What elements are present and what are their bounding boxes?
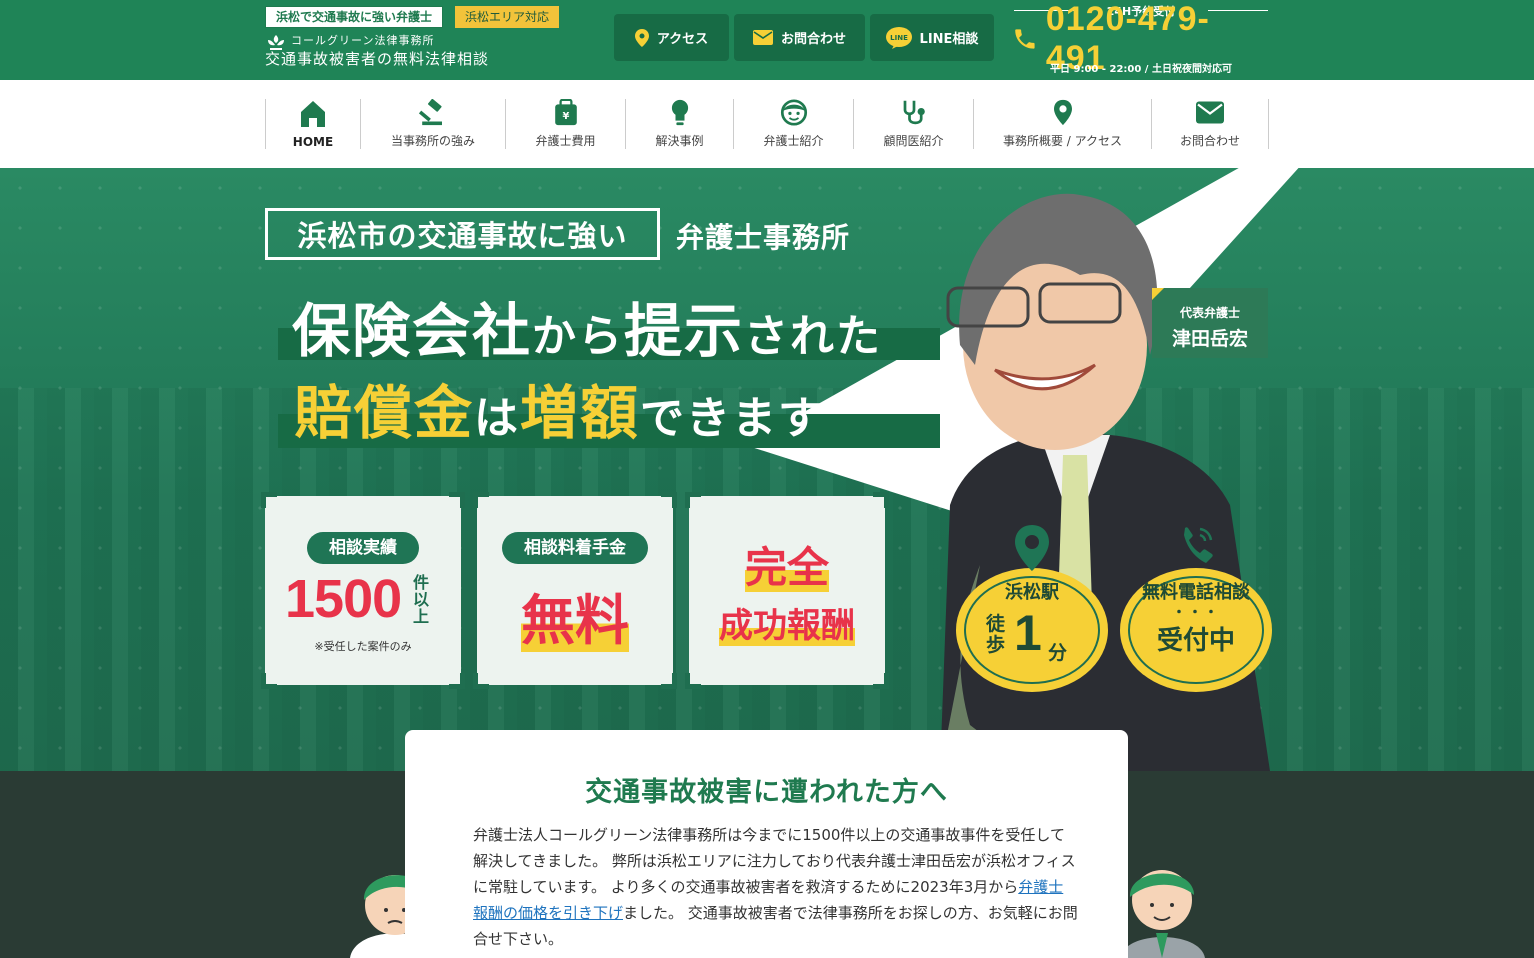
- line-icon: LINE: [885, 26, 912, 49]
- tag-area: 浜松エリア対応: [455, 6, 560, 28]
- card-2-value-wrap: 無料: [477, 576, 673, 655]
- badge-free-phone[interactable]: 無料電話相談 ・・・ 受付中: [1120, 527, 1272, 692]
- wallet-icon: ¥: [554, 99, 577, 126]
- lawyer-name: 津田岳宏: [1171, 328, 1248, 350]
- hero-subtitle-box: 浜松市の交通事故に強い: [265, 208, 660, 260]
- card-2-value: 無料: [521, 589, 629, 652]
- card-corner: [661, 492, 677, 508]
- headline-1-text: 保険会社から提示された: [292, 284, 882, 368]
- lightbulb-icon: [671, 99, 688, 126]
- hero-headline-2: 賠償金は増額できます: [278, 366, 940, 448]
- badge-station-walk: 浜松駅 徒歩 1 分: [956, 525, 1108, 692]
- nav-item-fees-label: 弁護士費用: [535, 134, 596, 148]
- access-button-label: アクセス: [656, 32, 709, 47]
- headline-2-text: 賠償金は増額できます: [294, 366, 824, 450]
- card-corner: [685, 492, 701, 508]
- card-1-note: ※受任した案件のみ: [314, 640, 412, 653]
- nav-item-strengths-label: 当事務所の強み: [390, 134, 475, 148]
- badge-1-number: 1: [1014, 605, 1042, 661]
- intro-card: 交通事故被害に遭われた方へ 弁護士法人コールグリーン法律事務所は今までに1500…: [405, 730, 1128, 958]
- contact-button-label: お問合わせ: [780, 32, 846, 47]
- phone-icon: [1184, 527, 1213, 563]
- home-icon: [301, 101, 325, 127]
- intro-heading: 交通事故被害に遭われた方へ: [585, 777, 948, 808]
- map-pin-icon: [1015, 525, 1049, 571]
- headline-2-c: 増額: [520, 379, 641, 447]
- card-free-consultation: 相談料着手金 無料: [473, 492, 677, 689]
- card-corner: [449, 492, 465, 508]
- card-corner: [685, 673, 701, 689]
- access-button[interactable]: アクセス: [614, 14, 729, 61]
- gavel-icon: [418, 99, 442, 126]
- svg-text:¥: ¥: [562, 111, 569, 122]
- badge-1-unit: 分: [1048, 642, 1068, 664]
- card-consultation-record: 相談実績 1500 件以上 ※受任した案件のみ: [261, 492, 465, 689]
- card-1-label: 相談実績: [307, 532, 419, 564]
- headline-1-d: された: [744, 311, 883, 362]
- mail-icon: [752, 30, 773, 45]
- map-pin-icon: [634, 28, 649, 47]
- card-corner: [473, 492, 489, 508]
- phone-icon: [1015, 29, 1035, 49]
- badge-1-title: 浜松駅: [1005, 582, 1059, 603]
- badge-2-dots: ・・・: [1172, 605, 1220, 621]
- nav-item-home-label: HOME: [292, 135, 334, 149]
- headline-1-a: 保険会社: [292, 297, 533, 365]
- card-3-line2-wrap: 成功報酬: [689, 598, 885, 647]
- tag-strong-lawyer: 浜松で交通事故に強い弁護士: [265, 6, 444, 28]
- card-3-line1: 完全: [744, 543, 829, 592]
- card-corner: [661, 673, 677, 689]
- badge-2-status: 受付中: [1156, 626, 1235, 656]
- site-logo[interactable]: コールグリーン法律事務所 交通事故被害者の無料法律相談: [265, 34, 505, 74]
- headline-2-b: は: [474, 393, 521, 444]
- intro-text-part1: 弁護士法人コールグリーン法律事務所は今までに1500件以上の交通事故事件を受任し…: [473, 826, 1076, 896]
- nav-item-cases-label: 解決事例: [655, 134, 704, 148]
- headline-1-b: から: [532, 311, 625, 362]
- phone-hours: 平日 9:00 - 22:00 / 土日祝夜間対応可: [1050, 64, 1232, 75]
- logo-firm-name: コールグリーン法律事務所: [291, 34, 435, 47]
- nav-item-cases[interactable]: 解決事例: [625, 99, 733, 149]
- card-corner: [473, 673, 489, 689]
- headline-2-a: 賠償金: [294, 379, 475, 447]
- line-icon-text: LINE: [890, 34, 908, 42]
- logo-mark-icon: [268, 35, 284, 50]
- headline-2-d: できます: [640, 393, 825, 444]
- card-corner: [873, 492, 889, 508]
- card-1-value: 1500: [285, 569, 402, 629]
- line-button-label: LINE相談: [919, 32, 979, 47]
- card-corner: [261, 673, 277, 689]
- line-button[interactable]: LINE LINE相談: [870, 14, 994, 61]
- top-header: 浜松で交通事故に強い弁護士 浜松エリア対応 コールグリーン法律事務所 交通事故被…: [0, 0, 1534, 80]
- card-corner: [449, 673, 465, 689]
- hero-headline-1: 保険会社から提示された: [278, 284, 940, 365]
- phone-number-link[interactable]: 0120-479-491: [1012, 0, 1268, 77]
- logo-title: 交通事故被害者の無料法律相談: [265, 50, 490, 68]
- card-2-label: 相談料着手金: [502, 532, 648, 564]
- lawyer-role: 代表弁護士: [1179, 306, 1240, 320]
- card-1-unit: 件以上: [413, 573, 430, 626]
- card-success-fee: 完全 成功報酬: [685, 492, 889, 689]
- nav-item-home[interactable]: HOME: [265, 99, 360, 149]
- badge-2-title: 無料電話相談: [1142, 582, 1250, 603]
- nav-item-strengths[interactable]: 当事務所の強み: [360, 99, 505, 149]
- badge-1-walk: 徒歩: [986, 613, 1006, 656]
- contact-button[interactable]: お問合わせ: [734, 14, 865, 61]
- card-3-line1-wrap: 完全: [689, 534, 885, 595]
- intro-paragraph: 弁護士法人コールグリーン法律事務所は今までに1500件以上の交通事故事件を受任し…: [473, 822, 1078, 952]
- card-3-line2: 成功報酬: [719, 606, 855, 646]
- card-corner: [261, 492, 277, 508]
- lawyer-name-tag: 代表弁護士 津田岳宏: [1152, 288, 1268, 358]
- headline-1-c: 提示: [624, 297, 745, 365]
- nav-item-fees[interactable]: ¥ 弁護士費用: [505, 99, 625, 149]
- hero-subtitle-rest: 弁護士事務所: [676, 221, 851, 254]
- card-corner: [873, 673, 889, 689]
